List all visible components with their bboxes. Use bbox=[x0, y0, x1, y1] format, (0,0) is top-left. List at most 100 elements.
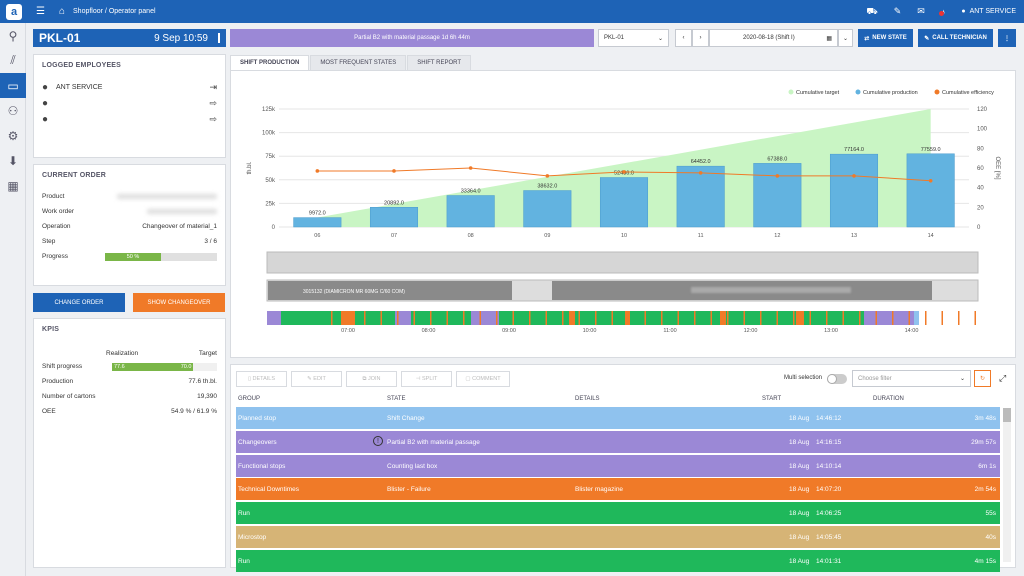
people-icon[interactable]: ⚇ bbox=[0, 98, 26, 123]
car-icon[interactable]: ⛟ bbox=[866, 6, 877, 18]
state-tick bbox=[628, 311, 630, 325]
split-button[interactable]: ⊣ SPLIT bbox=[401, 371, 452, 387]
multi-selection-toggle[interactable] bbox=[827, 374, 847, 384]
tab-bar: SHIFT PRODUCTION MOST FREQUENT STATES SH… bbox=[230, 55, 472, 71]
efficiency-point bbox=[622, 170, 626, 174]
panel-title: KPIS bbox=[42, 326, 60, 333]
table-row[interactable]: Run 18 Aug 14:06:25 55s bbox=[236, 502, 1000, 525]
breadcrumb: Shopfloor / Operator panel bbox=[73, 8, 156, 15]
edit-label: EDIT bbox=[313, 376, 326, 382]
state-tick bbox=[479, 311, 481, 325]
edit-button[interactable]: ✎ EDIT bbox=[291, 371, 342, 387]
table-row[interactable]: Run 18 Aug 14:01:31 4m 15s bbox=[236, 549, 1000, 572]
col-duration[interactable]: DURATION bbox=[873, 396, 904, 402]
production-bar bbox=[369, 207, 419, 228]
home-icon[interactable]: ⌂ bbox=[59, 6, 65, 17]
kpi-label: Number of cartons bbox=[42, 393, 96, 400]
search-icon[interactable]: ⚲ bbox=[0, 23, 26, 48]
tab-shift-production[interactable]: SHIFT PRODUCTION bbox=[230, 55, 310, 71]
y-tick-label: 50k bbox=[265, 178, 276, 184]
table-row[interactable]: Technical Downtimes Blister - Failure Blis… bbox=[236, 478, 1000, 501]
details-label: DETAILS bbox=[252, 376, 276, 382]
comment-label: COMMENT bbox=[472, 376, 501, 382]
cell-group: Functional stops bbox=[238, 462, 286, 470]
target-value: 70.0 bbox=[180, 363, 192, 370]
state-tick bbox=[661, 311, 663, 325]
calendar-icon[interactable]: ▦ bbox=[0, 173, 26, 198]
kpi-label: Production bbox=[42, 378, 74, 385]
y2-tick-label: 20 bbox=[977, 205, 984, 211]
state-segment bbox=[575, 311, 625, 325]
x-tick-label: 06 bbox=[314, 233, 320, 239]
login-icon[interactable]: ⇨ bbox=[209, 98, 217, 109]
user-name: ANT SERVICE bbox=[969, 8, 1016, 15]
shift-date-picker[interactable]: 2020-08-18 (Shift I) ▦ bbox=[709, 29, 838, 47]
join-button[interactable]: ⧉ JOIN bbox=[346, 371, 397, 387]
cell-state: Shift Change bbox=[387, 415, 425, 422]
progress-label: Progress bbox=[42, 253, 69, 260]
col-state[interactable]: STATE bbox=[387, 396, 405, 402]
x-tick-label: 13 bbox=[851, 233, 857, 239]
show-changeover-button[interactable]: SHOW CHANGEOVER bbox=[133, 293, 225, 312]
state-tick bbox=[743, 311, 745, 325]
app-logo[interactable]: a bbox=[6, 3, 22, 20]
table-scrollbar[interactable] bbox=[1003, 408, 1011, 562]
production-bar bbox=[599, 177, 649, 228]
call-technician-button[interactable]: ✎ CALL TECHNICIAN bbox=[918, 29, 993, 47]
employee-name: ANT SERVICE bbox=[56, 83, 103, 91]
settings-icon[interactable]: ⚙ bbox=[0, 123, 26, 148]
edit-icon: ✎ bbox=[307, 376, 312, 382]
production-bar bbox=[676, 165, 725, 228]
col-group[interactable]: GROUP bbox=[238, 396, 260, 402]
cell-duration: 6m 1s bbox=[978, 462, 996, 470]
tab-most-frequent-states[interactable]: MOST FREQUENT STATES bbox=[310, 55, 407, 71]
mail-icon[interactable]: ✉ bbox=[917, 6, 925, 17]
x-tick-label: 10 bbox=[621, 233, 627, 239]
filter-select[interactable]: Choose filter ⌄ bbox=[852, 370, 971, 387]
table-row[interactable]: Changeovers Partial B2 with material pass… bbox=[236, 430, 1000, 453]
table-row[interactable]: Planned stop Shift Change 18 Aug 14:46:12 3m… bbox=[236, 407, 1000, 429]
analytics-icon[interactable]: ⫽ bbox=[0, 48, 26, 73]
redacted-value bbox=[147, 209, 217, 214]
change-order-button[interactable]: CHANGE ORDER bbox=[33, 293, 125, 312]
progress-fill: 50 % bbox=[105, 252, 161, 261]
state-segment bbox=[630, 311, 720, 325]
download-icon[interactable]: ⬇ bbox=[0, 148, 26, 173]
bell-icon[interactable]: ♪ bbox=[938, 7, 945, 17]
menu-icon[interactable]: ☰ bbox=[36, 6, 45, 17]
state-tick bbox=[347, 311, 349, 325]
state-segment bbox=[499, 311, 569, 325]
logout-icon[interactable]: ⇥ bbox=[209, 82, 217, 93]
prev-shift-button[interactable]: ‹ bbox=[675, 29, 692, 47]
scrollbar-thumb[interactable] bbox=[1003, 408, 1011, 422]
details-button[interactable]: ▯ DETAILS bbox=[236, 371, 287, 387]
state-tick bbox=[578, 311, 580, 325]
cell-duration: 3m 48s bbox=[974, 415, 996, 422]
login-icon[interactable]: ⇨ bbox=[209, 114, 217, 125]
cell-duration: 55s bbox=[985, 510, 996, 518]
efficiency-point bbox=[775, 174, 780, 178]
next-shift-button[interactable]: › bbox=[692, 29, 709, 47]
tab-shift-report[interactable]: SHIFT REPORT bbox=[407, 55, 472, 71]
table-row[interactable]: Microstop 18 Aug 14:05:45 40s bbox=[236, 526, 1000, 548]
production-bar bbox=[446, 195, 495, 228]
y-axis-label: th.bl. bbox=[247, 161, 253, 174]
new-state-button[interactable]: ⇄ NEW STATE bbox=[858, 29, 913, 47]
col-details[interactable]: DETAILS bbox=[575, 396, 600, 402]
refresh-button[interactable]: ↻ bbox=[974, 370, 991, 387]
divider bbox=[218, 33, 220, 43]
edit-icon[interactable]: ✎ bbox=[894, 6, 902, 17]
more-menu-button[interactable]: ⋮ bbox=[998, 29, 1016, 47]
state-segment bbox=[569, 311, 575, 325]
operator-panel-icon[interactable]: ▭ bbox=[0, 73, 26, 98]
user-menu[interactable]: ● ANT SERVICE bbox=[961, 8, 1016, 15]
comment-button[interactable]: ▢ COMMENT bbox=[456, 371, 510, 387]
table-row[interactable]: Functional stops Counting last box 18 Aug 1… bbox=[236, 454, 1000, 477]
shift-dropdown-button[interactable]: ⌄ bbox=[838, 29, 853, 47]
expand-icon[interactable]: ⤢ bbox=[999, 373, 1006, 384]
cell-duration: 2m 54s bbox=[974, 486, 996, 494]
machine-select[interactable]: PKL-01 ⌄ bbox=[598, 29, 669, 47]
state-tick bbox=[364, 311, 366, 325]
col-start[interactable]: START bbox=[762, 396, 781, 402]
production-bar bbox=[906, 153, 955, 228]
